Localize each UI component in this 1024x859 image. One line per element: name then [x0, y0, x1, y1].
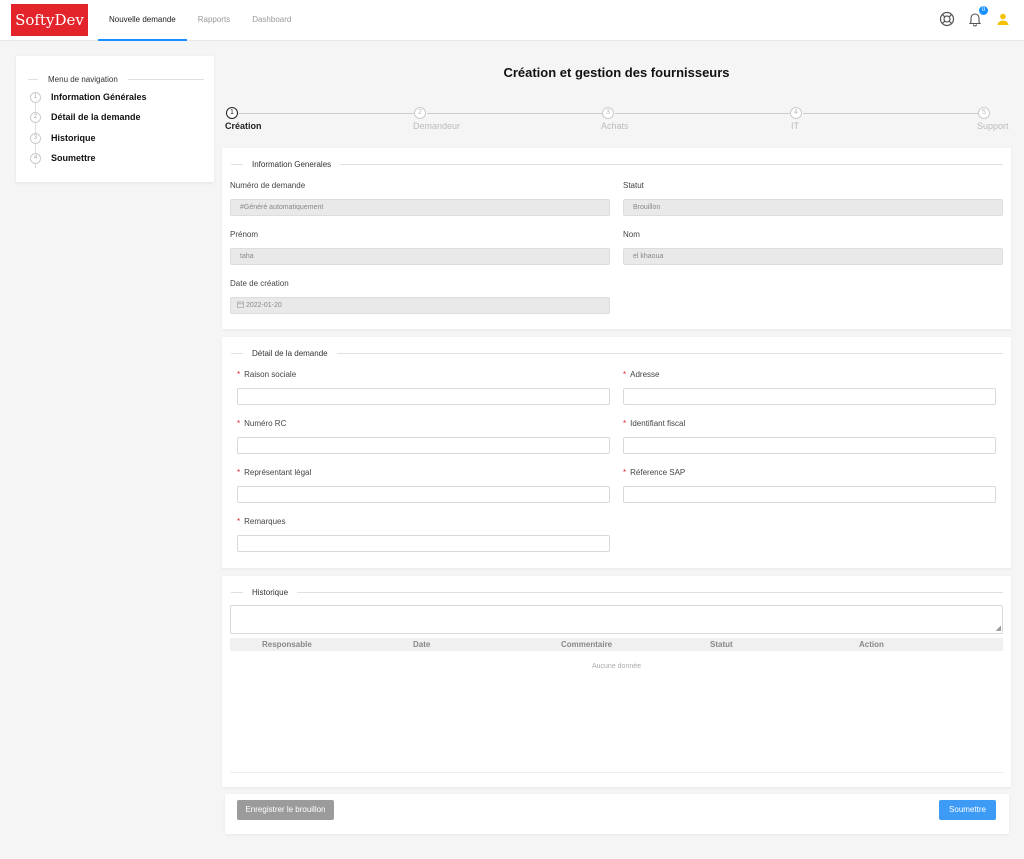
table-bottom-border — [230, 772, 1003, 773]
representant-legal-label: * Représentant légal — [237, 468, 312, 477]
raison-sociale-label: * Raison sociale — [237, 370, 297, 379]
step-number: 1 — [226, 107, 238, 119]
adresse-label: * Adresse — [623, 370, 660, 379]
nav-item-label: Information Générales — [51, 92, 147, 102]
nav-tab-dashboard[interactable]: Dashboard — [241, 0, 302, 41]
navigation-menu-title: Menu de navigation — [48, 75, 118, 84]
detail-demande-card: Détail de la demande * Raison sociale * Ad… — [222, 337, 1011, 568]
numero-rc-input[interactable] — [237, 437, 610, 454]
step-support[interactable]: 5 Support — [977, 107, 1009, 131]
step-achats[interactable]: 3 Achats — [601, 107, 629, 131]
step-connector — [803, 113, 979, 114]
step-it[interactable]: 4 IT — [790, 107, 802, 131]
form-actions-bar: Enregistrer le brouillon Soumettre — [225, 794, 1009, 834]
bell-icon[interactable]: 0 — [966, 6, 988, 28]
column-date[interactable]: Date — [413, 640, 430, 649]
historique-table-header: Responsable Date Commentaire Statut Acti… — [230, 638, 1003, 651]
nav-item-label: Détail de la demande — [51, 112, 141, 122]
date-creation-field: 2022-01-20 — [230, 297, 610, 314]
step-label: Support — [977, 121, 1009, 131]
numero-rc-label: * Numéro RC — [237, 419, 287, 428]
step-connector — [427, 113, 603, 114]
logo[interactable]: SoftyDev — [11, 4, 88, 36]
raison-sociale-input[interactable] — [237, 388, 610, 405]
historique-card: Historique ◢ Responsable Date Commentair… — [222, 576, 1011, 787]
nav-tab-nouvelle-demande[interactable]: Nouvelle demande — [98, 0, 187, 41]
section-title: Détail de la demande — [252, 349, 328, 358]
nav-step-number: 1 — [30, 91, 41, 103]
section-legend: Historique — [231, 588, 1003, 597]
section-legend: Information Generales — [231, 160, 1003, 169]
step-label: Demandeur — [413, 121, 461, 131]
reference-sap-input[interactable] — [623, 486, 996, 503]
date-creation-label: Date de création — [230, 279, 289, 288]
step-label: Création — [225, 121, 262, 131]
column-commentaire[interactable]: Commentaire — [561, 640, 612, 649]
nav-item-label: Soumettre — [51, 153, 96, 163]
adresse-input[interactable] — [623, 388, 996, 405]
nav-item-historique[interactable]: 3 Historique — [30, 132, 96, 144]
nav-item-label: Historique — [51, 133, 96, 143]
step-number: 4 — [790, 107, 802, 119]
nav-item-information-generales[interactable]: 1 Information Générales — [30, 91, 147, 103]
column-statut[interactable]: Statut — [710, 640, 733, 649]
navigation-menu-card: Menu de navigation 1 Information Général… — [16, 56, 214, 182]
section-legend: Détail de la demande — [231, 349, 1003, 358]
reference-sap-label: * Réference SAP — [623, 468, 686, 477]
column-action[interactable]: Action — [859, 640, 884, 649]
nav-step-number: 2 — [30, 111, 41, 123]
prenom-field: taha — [230, 248, 610, 265]
notification-badge: 0 — [979, 6, 988, 15]
nav-tab-rapports[interactable]: Rapports — [187, 0, 241, 41]
navigation-menu-legend: Menu de navigation — [28, 75, 204, 84]
resize-handle-icon[interactable]: ◢ — [996, 625, 1001, 632]
section-title: Information Generales — [252, 160, 332, 169]
section-title: Historique — [252, 588, 289, 597]
save-draft-button[interactable]: Enregistrer le brouillon — [237, 800, 334, 820]
top-bar: SoftyDev Nouvelle demande Rapports Dashb… — [0, 0, 1024, 41]
step-number: 5 — [978, 107, 990, 119]
identifiant-fiscal-label: * Identifiant fiscal — [623, 419, 686, 428]
lifebuoy-icon[interactable] — [938, 10, 956, 28]
numero-demande-label: Numéro de demande — [230, 181, 306, 190]
nom-field: el khaoua — [623, 248, 1003, 265]
step-number: 3 — [602, 107, 614, 119]
historique-comment-textarea[interactable]: ◢ — [230, 605, 1003, 634]
nom-label: Nom — [623, 230, 640, 239]
step-label: Achats — [601, 121, 629, 131]
step-number: 2 — [414, 107, 426, 119]
step-connector — [239, 113, 415, 114]
step-demandeur[interactable]: 2 Demandeur — [413, 107, 460, 131]
identifiant-fiscal-input[interactable] — [623, 437, 996, 454]
page-title: Création et gestion des fournisseurs — [503, 65, 730, 80]
submit-button[interactable]: Soumettre — [939, 800, 996, 820]
user-icon[interactable] — [994, 10, 1012, 28]
nav-item-detail-demande[interactable]: 2 Détail de la demande — [30, 111, 141, 123]
column-responsable[interactable]: Responsable — [262, 640, 312, 649]
representant-legal-input[interactable] — [237, 486, 610, 503]
header-icons: 0 — [938, 6, 1012, 28]
progress-stepper: 1 Création 2 Demandeur 3 Achats 4 IT 5 S… — [222, 104, 1012, 132]
statut-label: Statut — [623, 181, 644, 190]
nav-step-number: 3 — [30, 132, 41, 144]
numero-demande-field: #Généré automatiquement — [230, 199, 610, 216]
step-creation[interactable]: 1 Création — [225, 107, 262, 131]
table-empty-text: Aucune donnée — [591, 663, 642, 670]
step-connector — [615, 113, 791, 114]
remarques-input[interactable] — [237, 535, 610, 552]
main-nav: Nouvelle demande Rapports Dashboard — [98, 0, 302, 41]
statut-field: Brouillon — [623, 199, 1003, 216]
date-creation-value: 2022-01-20 — [245, 302, 282, 309]
remarques-label: * Remarques — [237, 517, 286, 526]
prenom-label: Prénom — [230, 230, 259, 239]
nav-step-number: 4 — [30, 152, 41, 164]
information-generales-card: Information Generales Numéro de demande … — [222, 148, 1011, 329]
calendar-icon — [237, 301, 244, 308]
nav-item-soumettre[interactable]: 4 Soumettre — [30, 152, 96, 164]
step-label: IT — [791, 121, 799, 131]
